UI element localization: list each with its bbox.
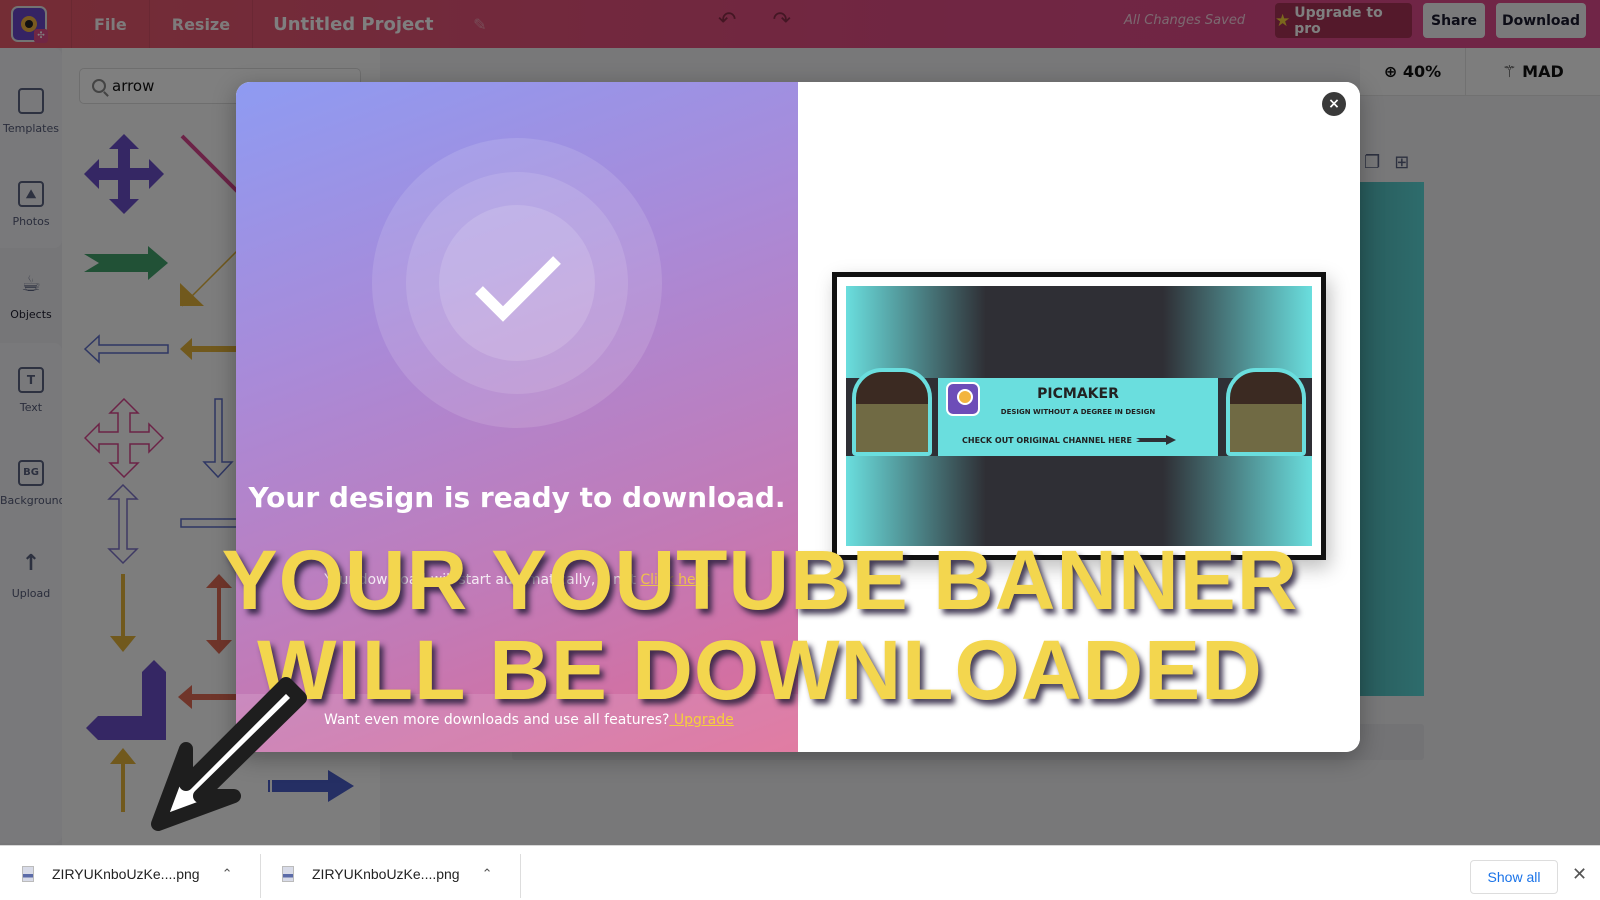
- editor-app: ✣ File Resize Untitled Project ✎ ↶ ↷ All…: [0, 0, 1600, 845]
- download-filename: ZIRYUKnboUzKe....png: [52, 866, 200, 882]
- caption-line-1: YOUR YOUTUBE BANNER: [221, 533, 1299, 627]
- banner-title: PICMAKER: [1037, 386, 1119, 402]
- youtube-banner-image: PICMAKER DESIGN WITHOUT A DEGREE IN DESI…: [846, 286, 1312, 546]
- image-file-icon: [22, 866, 34, 882]
- divider: [260, 854, 261, 898]
- download-filename: ZIRYUKnboUzKe....png: [312, 866, 460, 882]
- banner-subtitle: DESIGN WITHOUT A DEGREE IN DESIGN: [1000, 408, 1156, 416]
- ready-title: Your design is ready to download.: [248, 481, 786, 514]
- image-file-icon: [282, 866, 294, 882]
- person-right-image: [1226, 368, 1306, 456]
- divider: [520, 854, 521, 898]
- checkmark-icon: [475, 256, 561, 322]
- show-all-button[interactable]: Show all: [1470, 860, 1558, 894]
- download-item[interactable]: ZIRYUKnboUzKe....png ⌃: [282, 852, 493, 896]
- banner-arrow-icon: [1136, 435, 1176, 445]
- download-item[interactable]: ZIRYUKnboUzKe....png ⌃: [22, 852, 233, 896]
- close-modal-button[interactable]: ×: [1322, 92, 1346, 116]
- chevron-up-icon[interactable]: ⌃: [482, 866, 493, 882]
- chevron-up-icon[interactable]: ⌃: [222, 866, 233, 882]
- download-shelf: ZIRYUKnboUzKe....png ⌃ ZIRYUKnboUzKe....…: [0, 845, 1600, 900]
- close-shelf-icon[interactable]: ✕: [1572, 864, 1587, 885]
- person-left-image: [852, 368, 932, 456]
- banner-cta: CHECK OUT ORIGINAL CHANNEL HERE: [962, 436, 1132, 445]
- banner-preview: PICMAKER DESIGN WITHOUT A DEGREE IN DESI…: [832, 272, 1326, 560]
- pointer-arrow-icon: [151, 677, 307, 831]
